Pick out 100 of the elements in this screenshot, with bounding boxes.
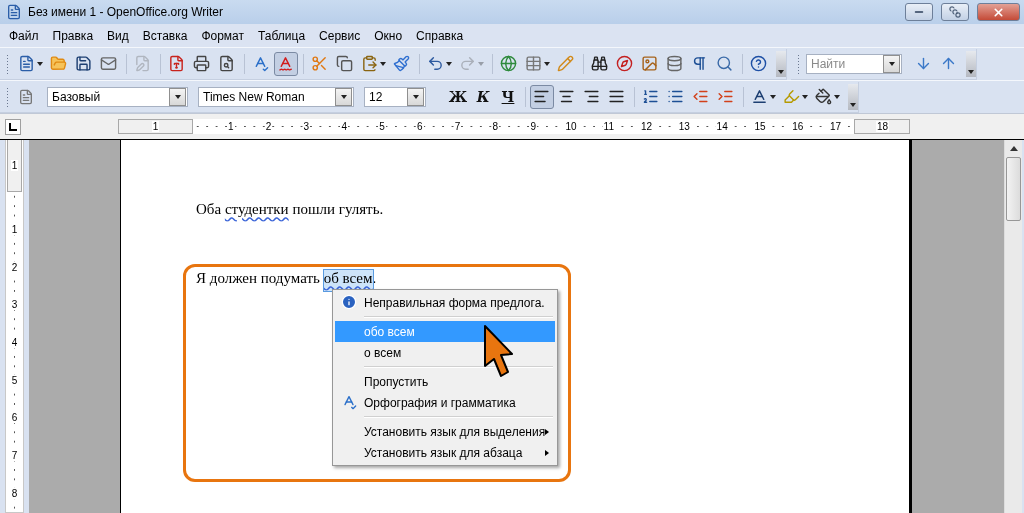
dropdown-caret-icon[interactable]	[412, 94, 419, 99]
ruler-number: 6	[416, 121, 424, 132]
dropdown-caret-icon[interactable]	[888, 61, 895, 66]
menu-item[interactable]: Файл	[2, 26, 46, 45]
submenu-arrow-icon	[545, 429, 549, 435]
tab-stop-button[interactable]	[5, 118, 21, 135]
dropdown-caret-icon[interactable]	[380, 61, 386, 66]
document-pen-icon	[134, 55, 151, 72]
dropdown-caret-icon[interactable]	[446, 61, 452, 66]
ruler-number: 11	[602, 121, 615, 132]
font-color-icon	[751, 88, 768, 105]
menu-item[interactable]: Пропустить	[335, 371, 555, 392]
dropdown-caret-icon[interactable]	[770, 94, 776, 99]
paragraph-style-dropdown[interactable]: Базовый	[47, 86, 188, 107]
ruler-number: 4	[10, 336, 19, 348]
menu-item[interactable]: Неправильная форма предлога.	[335, 292, 555, 313]
alignment-button[interactable]	[530, 84, 554, 109]
toolbar-grip[interactable]	[6, 53, 9, 74]
dropdown-caret-icon[interactable]	[968, 69, 974, 74]
dropdown-caret-icon[interactable]	[544, 61, 550, 66]
scroll-thumb[interactable]	[1006, 157, 1021, 221]
find-combo-box[interactable]: Найти	[806, 53, 902, 74]
font-name-dropdown[interactable]: Times New Roman	[198, 86, 354, 107]
database-icon	[666, 55, 683, 72]
find-field[interactable]: Найти	[807, 55, 883, 72]
dropdown-caret-icon[interactable]	[340, 94, 347, 99]
ruler-number: 5	[378, 121, 386, 132]
menu-item[interactable]: Окно	[367, 26, 410, 45]
binoculars-icon	[591, 55, 608, 72]
bold-button[interactable]: Ж	[446, 84, 470, 109]
menu-item[interactable]: Установить язык для выделения	[335, 421, 555, 442]
tab-stop-icon	[9, 122, 17, 131]
paint-bucket-icon	[815, 88, 832, 105]
toolbar-overflow-button[interactable]	[776, 50, 786, 77]
ruler-number: 3	[302, 121, 311, 132]
toolbar-overflow-button[interactable]	[966, 50, 976, 77]
magnifier-icon	[716, 55, 733, 72]
vertical-scrollbar[interactable]	[1004, 140, 1022, 513]
clipboard-icon	[361, 55, 378, 72]
underline-button[interactable]: Ч	[496, 84, 520, 109]
close-button[interactable]	[977, 3, 1020, 21]
menu-item[interactable]: Вставка	[135, 26, 195, 45]
vertical-ruler[interactable]: 1 1 2 3 4 5 6 7 8	[5, 140, 24, 513]
printer-icon	[193, 55, 210, 72]
bulleted-list-icon	[667, 88, 684, 105]
dropdown-caret-icon[interactable]	[37, 61, 43, 66]
ruler-number: 8	[10, 487, 19, 499]
dropdown-caret-icon[interactable]	[834, 94, 840, 99]
menu-item[interactable]: Сервис	[312, 26, 368, 45]
ruler-number: 1	[10, 223, 19, 235]
ruler-number: 8	[491, 121, 500, 132]
ruler-number: 9	[529, 121, 537, 132]
envelope-icon	[100, 55, 117, 72]
ruler-number: 13	[677, 121, 691, 132]
new-document-icon	[18, 55, 35, 72]
menu-item[interactable]: Формат	[194, 26, 252, 45]
menu-item[interactable]: Справка	[409, 26, 471, 45]
close-icon	[992, 5, 1005, 19]
minimize-button[interactable]	[905, 3, 933, 21]
table-icon	[525, 55, 542, 72]
menu-item[interactable]: Вид	[100, 26, 136, 45]
info-icon	[341, 294, 357, 310]
menu-item[interactable]: Орфография и грамматика	[335, 392, 555, 413]
help-icon	[750, 55, 767, 72]
pilcrow-icon	[691, 55, 708, 72]
ruler-number: 2	[264, 121, 273, 132]
dropdown-caret-icon[interactable]	[850, 102, 856, 107]
restore-icon	[949, 6, 961, 18]
restore-button[interactable]	[941, 3, 969, 21]
paragraph: Я должен подумать об всем.	[196, 269, 909, 288]
dropdown-caret-icon[interactable]	[174, 94, 181, 99]
ruler-number: 16	[791, 121, 805, 132]
toolbar-grip[interactable]	[797, 53, 800, 74]
ruler-number: 2	[10, 261, 19, 273]
caret-up-icon	[1009, 146, 1018, 151]
menu-item[interactable]: Таблица	[251, 26, 313, 45]
menu-item[interactable]: о всем	[335, 342, 555, 363]
submenu-arrow-icon	[545, 450, 549, 456]
align-left-icon	[533, 88, 550, 105]
italic-button[interactable]: К	[471, 84, 495, 109]
toolbar-overflow-button[interactable]	[848, 83, 858, 110]
toolbar-grip[interactable]	[6, 86, 9, 107]
dropdown-caret-icon[interactable]	[778, 69, 784, 74]
spellcheck-icon	[341, 394, 357, 410]
ruler-number: 12	[640, 121, 654, 132]
horizontal-ruler[interactable]: 1 1 2 3 4 5 6 7 8 9 10 11 12 13 14 15 16 17 18	[118, 119, 1003, 134]
align-justify-icon	[608, 88, 625, 105]
window-title: Без имени 1 - OpenOffice.org Writer	[28, 5, 225, 19]
ruler-number: 14	[715, 121, 729, 132]
numbered-list-icon	[642, 88, 659, 105]
menu-item[interactable]: Правка	[45, 26, 101, 45]
ruler-number: 1	[151, 121, 160, 132]
dropdown-caret-icon[interactable]	[802, 94, 808, 99]
ruler-number: 17	[828, 121, 843, 132]
ruler-number: 6	[10, 412, 19, 424]
globe-icon	[500, 55, 517, 72]
ruler-number: 1	[10, 159, 19, 171]
font-size-dropdown[interactable]: 12	[364, 86, 426, 107]
menu-item[interactable]: Установить язык для абзаца	[335, 442, 555, 463]
align-center-icon	[558, 88, 575, 105]
